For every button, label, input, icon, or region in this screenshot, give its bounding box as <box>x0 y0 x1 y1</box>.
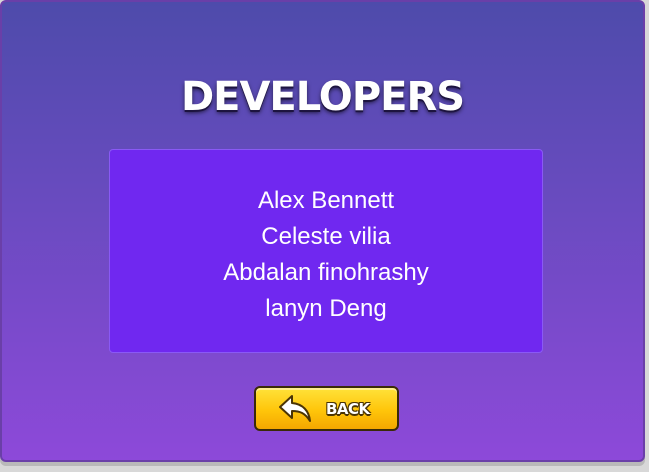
developer-name: Alex Bennett <box>257 187 395 214</box>
developer-list: Alex Bennett Celeste vilia Abdalan finoh… <box>110 183 542 327</box>
developer-name: Abdalan finohrashy <box>223 259 429 286</box>
developer-name: lanyn Deng <box>265 295 387 322</box>
page-title: DEVELOPERS <box>180 74 465 120</box>
back-button-label: BACK <box>326 400 370 418</box>
developer-name: Celeste vilia <box>261 223 391 250</box>
back-button[interactable]: BACK <box>254 386 399 431</box>
developers-panel: Alex Bennett Celeste vilia Abdalan finoh… <box>109 149 543 353</box>
developers-screen: DEVELOPERS Alex Bennett Celeste vilia Ab… <box>0 0 645 462</box>
back-arrow-icon <box>279 395 311 422</box>
